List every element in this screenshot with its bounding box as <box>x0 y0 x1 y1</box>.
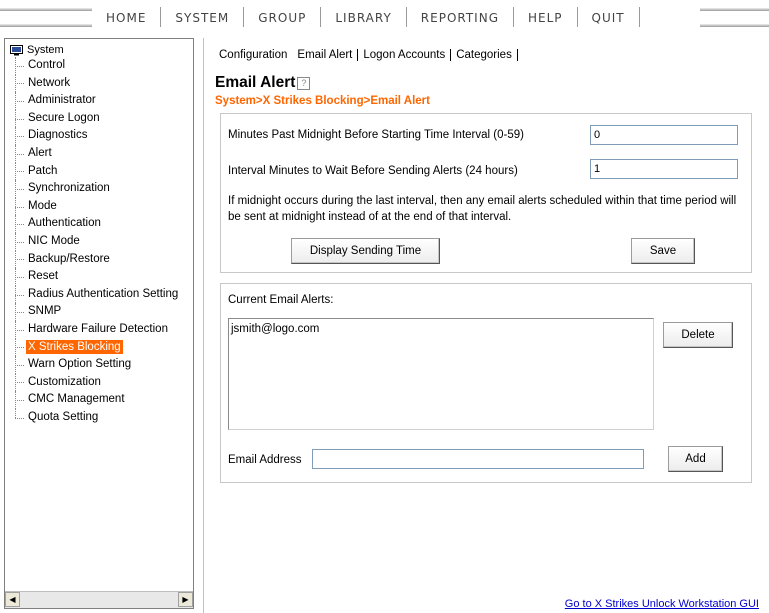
tree-item-administrator[interactable]: Administrator <box>15 92 180 110</box>
main-menu: HOME SYSTEM GROUP LIBRARY REPORTING HELP… <box>92 7 700 27</box>
midnight-note: If midnight occurs during the last inter… <box>228 195 737 223</box>
tree-horizontal-scrollbar[interactable]: ◀ ▶ <box>5 591 193 608</box>
menu-help[interactable]: HELP <box>513 7 577 27</box>
tree-item-hardware-failure-detection[interactable]: Hardware Failure Detection <box>15 320 180 339</box>
current-email-alerts-label: Current Email Alerts: <box>228 294 334 306</box>
tree-root-system[interactable]: System <box>10 42 64 58</box>
tree-item-warn-option-setting[interactable]: Warn Option Setting <box>15 356 180 374</box>
page-title: Email Alert? <box>215 74 311 92</box>
top-menu-bar: HOME SYSTEM GROUP LIBRARY REPORTING HELP… <box>0 0 769 34</box>
tree-item-authentication[interactable]: Authentication <box>15 215 180 233</box>
tab-logon-accounts[interactable]: Logon Accounts <box>357 49 450 61</box>
tree-item-nic-mode[interactable]: NIC Mode <box>15 232 180 251</box>
email-alert-list[interactable]: jsmith@logo.com <box>228 318 654 430</box>
tree-item-customization[interactable]: Customization <box>15 373 180 392</box>
unlock-workstation-link[interactable]: Go to X Strikes Unlock Workstation GUI <box>565 598 759 610</box>
tree-item-patch[interactable]: Patch <box>15 162 180 181</box>
tree-item-diagnostics[interactable]: Diagnostics <box>15 127 180 145</box>
sending-settings-panel: Minutes Past Midnight Before Starting Ti… <box>220 113 752 273</box>
navigation-tree: System Control Network Administrator Sec… <box>4 38 194 609</box>
tree-item-mode[interactable]: Mode <box>15 197 180 216</box>
menu-group[interactable]: GROUP <box>243 7 320 27</box>
current-email-alerts-panel: Current Email Alerts: jsmith@logo.com De… <box>220 283 752 483</box>
tree-item-snmp[interactable]: SNMP <box>15 303 180 321</box>
scroll-left-arrow-icon[interactable]: ◀ <box>5 592 20 607</box>
add-button[interactable]: Add <box>668 446 723 472</box>
scroll-right-arrow-icon[interactable]: ▶ <box>178 592 193 607</box>
help-icon[interactable]: ? <box>297 77 311 90</box>
tree-item-control[interactable]: Control <box>15 57 180 75</box>
interval-minutes-label: Interval Minutes to Wait Before Sending … <box>228 165 518 177</box>
display-sending-time-button[interactable]: Display Sending Time <box>291 238 440 264</box>
menu-system[interactable]: SYSTEM <box>160 7 243 27</box>
menu-library[interactable]: LIBRARY <box>320 7 405 27</box>
tab-configuration[interactable]: Configuration <box>214 49 292 61</box>
minutes-past-midnight-label: Minutes Past Midnight Before Starting Ti… <box>228 129 524 141</box>
menu-tail <box>638 7 700 27</box>
tree-item-secure-logon[interactable]: Secure Logon <box>15 109 180 128</box>
tab-email-alert[interactable]: Email Alert <box>292 49 357 61</box>
tree-list: Control Network Administrator Secure Log… <box>15 57 180 426</box>
tree-item-x-strikes-blocking[interactable]: X Strikes Blocking <box>15 338 180 357</box>
tree-item-synchronization[interactable]: Synchronization <box>15 180 180 198</box>
tree-item-backup-restore[interactable]: Backup/Restore <box>15 250 180 269</box>
interval-minutes-input[interactable]: 1 <box>590 159 738 179</box>
breadcrumb: System>X Strikes Blocking>Email Alert <box>215 95 430 107</box>
menu-reporting[interactable]: REPORTING <box>405 7 513 27</box>
delete-button[interactable]: Delete <box>663 322 733 348</box>
tree-item-cmc-management[interactable]: CMC Management <box>15 391 180 409</box>
email-alert-item[interactable]: jsmith@logo.com <box>229 319 653 335</box>
email-address-label: Email Address <box>228 454 302 466</box>
menu-quit[interactable]: QUIT <box>576 7 639 27</box>
tree-item-alert[interactable]: Alert <box>15 144 180 163</box>
computer-icon <box>10 44 23 55</box>
tree-item-reset[interactable]: Reset <box>15 268 180 286</box>
tree-item-radius-authentication-setting[interactable]: Radius Authentication Setting <box>15 285 180 304</box>
tab-bar: Configuration Email Alert Logon Accounts… <box>214 46 518 64</box>
tree-item-quota-setting[interactable]: Quota Setting <box>15 408 180 427</box>
tab-categories[interactable]: Categories <box>450 49 518 61</box>
tree-root-label: System <box>27 44 64 56</box>
minutes-past-midnight-input[interactable]: 0 <box>590 125 738 145</box>
menu-home[interactable]: HOME <box>92 7 160 27</box>
save-button[interactable]: Save <box>631 238 695 264</box>
tree-item-network[interactable]: Network <box>15 74 180 93</box>
email-address-input[interactable] <box>312 449 644 469</box>
panel-divider <box>203 38 204 613</box>
page-title-text: Email Alert <box>215 74 296 91</box>
